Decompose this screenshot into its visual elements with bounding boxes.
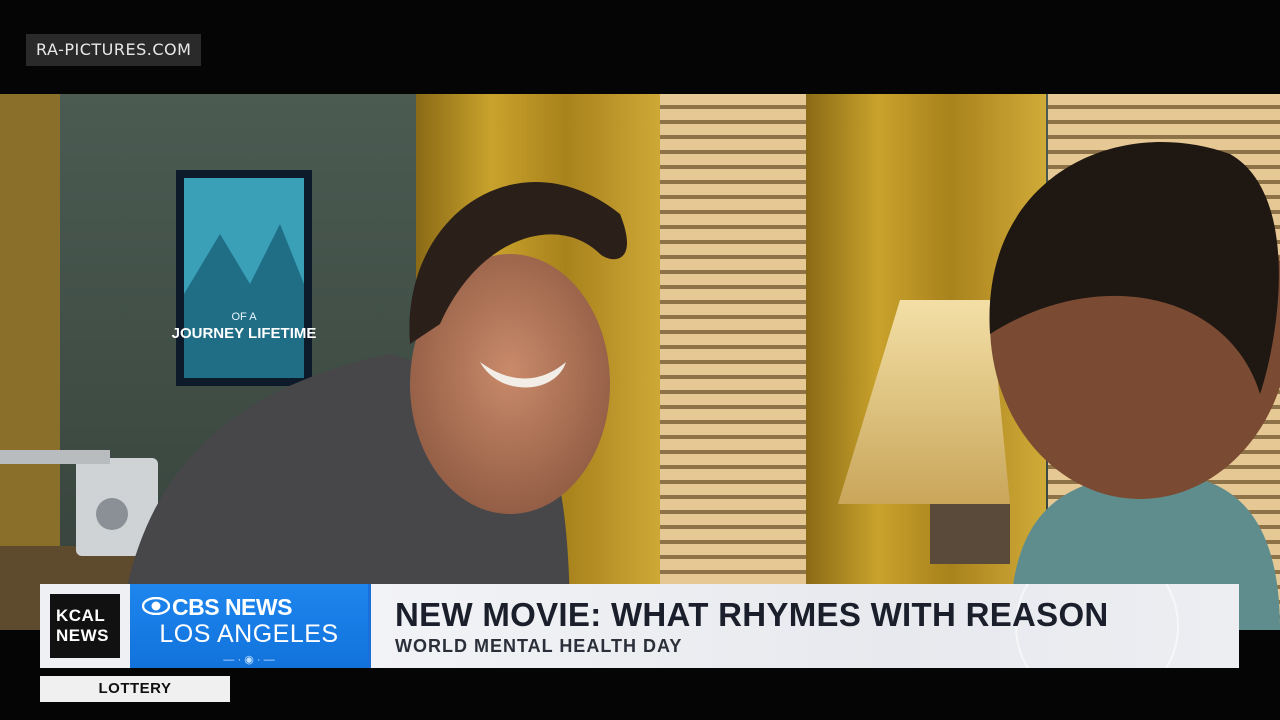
video-frame: OF A JOURNEY LIFETIME (0, 94, 1280, 630)
network-name: CBS NEWS (172, 594, 292, 620)
kcal-news-logo: KCAL NEWS (40, 584, 130, 668)
poster-sub: OF A (231, 311, 257, 323)
cbs-eye-icon (142, 597, 170, 615)
letterbox-top: RA-PICTURES.COM (0, 0, 1280, 94)
watermark: RA-PICTURES.COM (26, 34, 202, 66)
kcal-logo-line1: KCAL (56, 606, 106, 625)
poster-title: JOURNEY LIFETIME (172, 325, 317, 342)
news-lower-third: KCAL NEWS CBS NEWS LOS ANGELES — · ◉ · —… (40, 584, 1239, 668)
ticker-label: LOTTERY (40, 676, 230, 702)
logo-dots-icon: — · ◉ · — (223, 654, 275, 666)
subheadline: WORLD MENTAL HEALTH DAY (395, 636, 683, 656)
movie-scene: OF A JOURNEY LIFETIME (0, 94, 1280, 630)
window-blinds (660, 94, 808, 584)
kcal-logo-line2: NEWS (56, 626, 109, 645)
city-name: LOS ANGELES (159, 620, 339, 648)
headline-panel: NEW MOVIE: WHAT RHYMES WITH REASON WORLD… (368, 584, 1239, 668)
headline: NEW MOVIE: WHAT RHYMES WITH REASON (395, 596, 1109, 633)
cbs-news-los-angeles-logo: CBS NEWS LOS ANGELES — · ◉ · — (130, 584, 368, 668)
